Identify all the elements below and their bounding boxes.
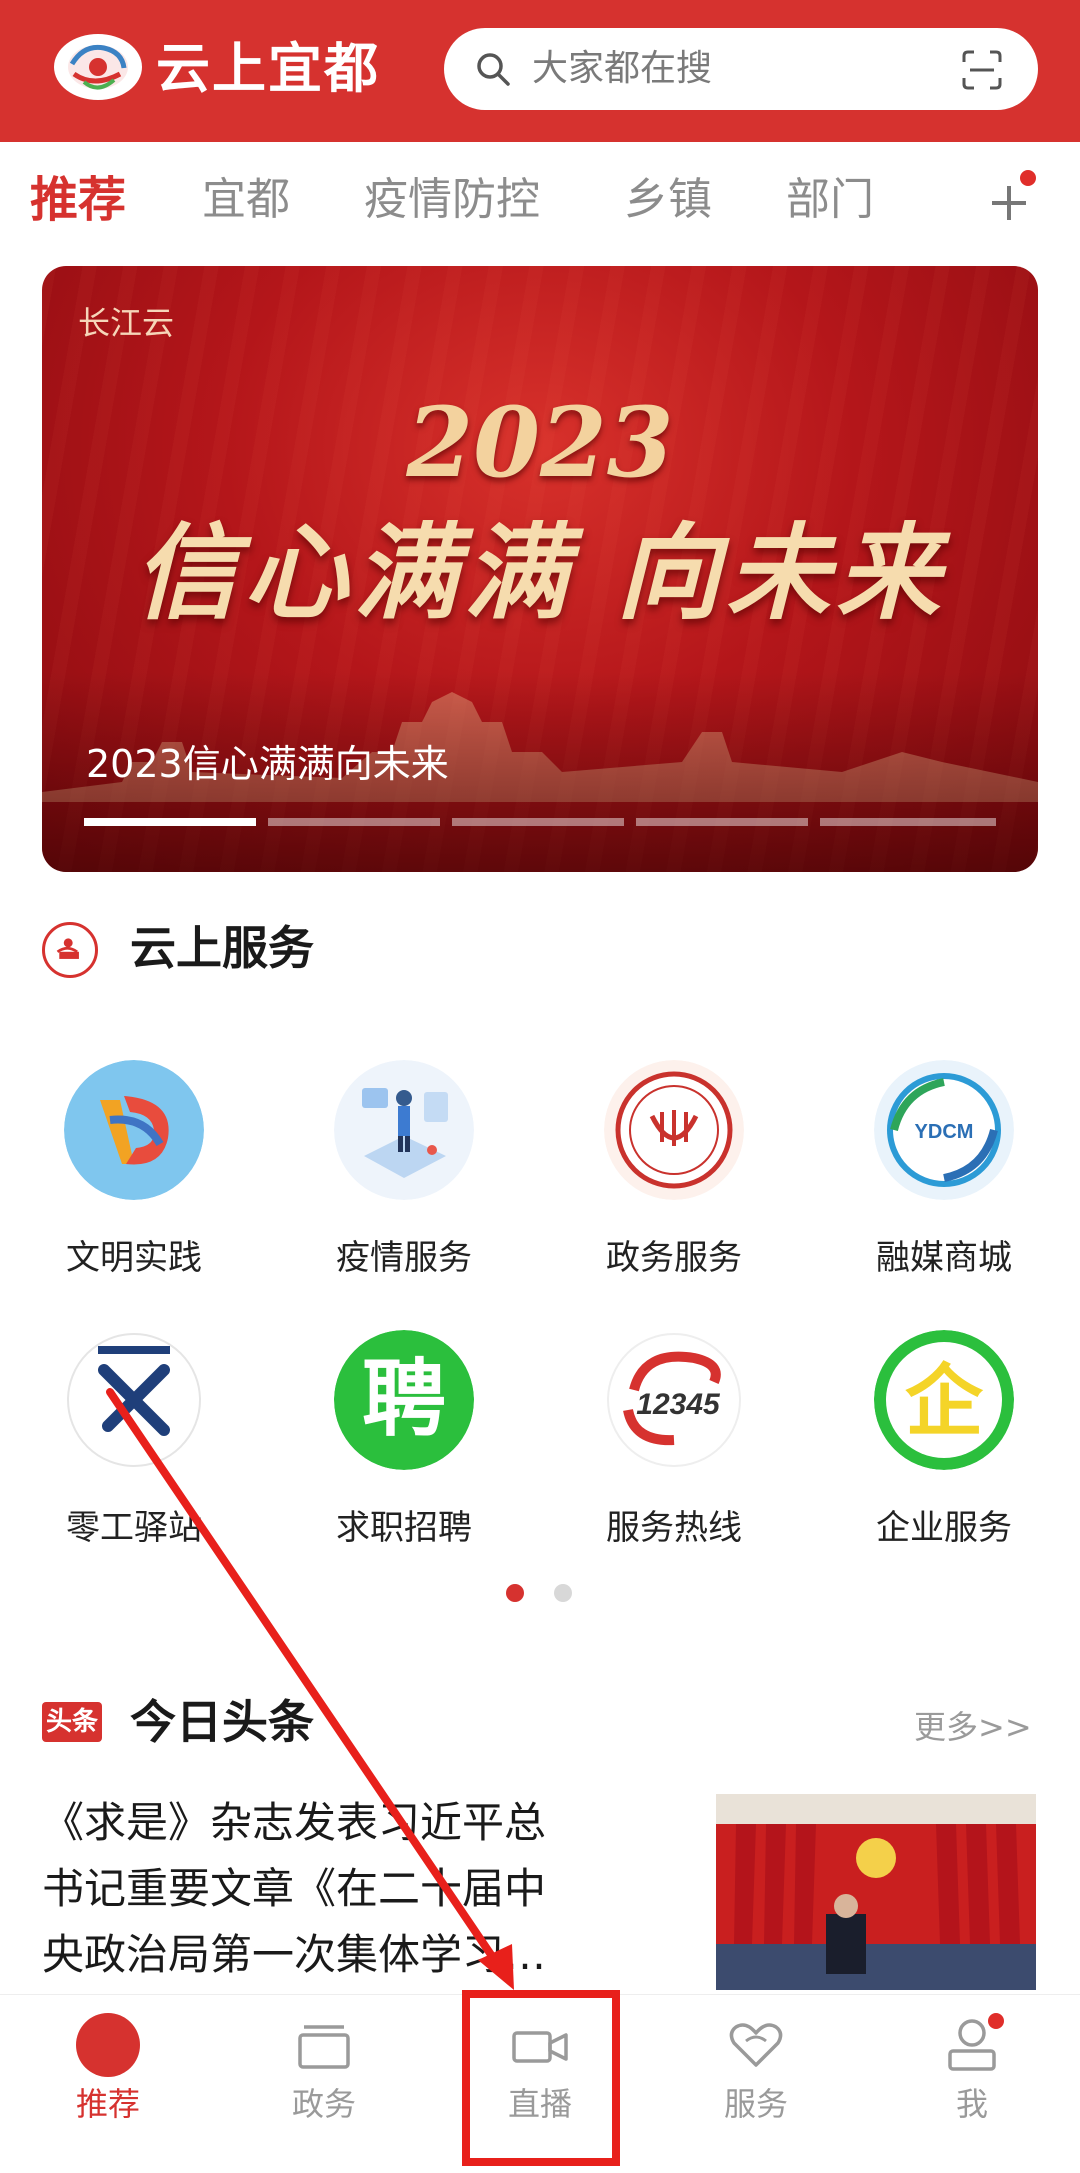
app-logo [54,34,142,100]
headlines-title: 今日头条 [130,1695,314,1749]
service-label: 融媒商城 [876,1238,1012,1278]
search-placeholder: 大家都在搜 [532,48,713,89]
service-label: 零工驿站 [66,1508,202,1548]
service-label: 服务热线 [606,1508,742,1548]
banner-carousel[interactable]: 长江云 2023 信心满满 向未来 2023信心满满向未来 [42,266,1038,872]
nav-service[interactable]: 服务 [648,1995,864,2173]
banner-year: 2023 [406,386,674,499]
nav-label: 政务 [291,2085,356,2123]
service-civilization-practice[interactable]: 文明实践 [34,1060,234,1300]
government-service-icon [604,1060,744,1200]
headline-badge: 头条 [42,1702,102,1742]
nav-recommend[interactable]: 推荐 [0,1995,216,2173]
service-enterprise[interactable]: 企 企业服务 [844,1330,1044,1570]
tab-epidemic-control[interactable]: 疫情防控 [364,172,540,228]
service-media-mall[interactable]: YDCM 融媒商城 [844,1060,1044,1300]
nav-label: 服务 [723,2085,788,2123]
new-indicator-dot [1020,170,1036,186]
services-page-dot[interactable] [554,1584,572,1602]
banner-indicator[interactable] [84,818,256,826]
enterprise-service-icon: 企 [874,1330,1014,1470]
hotline-12345-icon: 12345 [604,1330,744,1470]
tab-departments[interactable]: 部门 [786,172,874,228]
service-label: 求职招聘 [336,1508,472,1548]
news-headline-line: 书记重要文章《在二十届中 [42,1864,547,1913]
news-headline[interactable]: 《求是》杂志发表习近平总 书记重要文章《在二十届中 央政治局第一次集体学习… [42,1790,642,1988]
recruitment-icon: 聘 [334,1330,474,1470]
services-page-dot-active[interactable] [506,1584,524,1602]
notification-dot [988,2013,1004,2029]
banner-indicators [84,818,996,826]
search-icon [477,53,510,86]
service-hotline[interactable]: 12345 服务热线 [574,1330,774,1570]
annotation-highlight-box [462,1990,620,2166]
service-label: 文明实践 [66,1238,202,1278]
hotline-number: 12345 [636,1388,721,1421]
banner-indicator[interactable] [268,818,440,826]
civilization-practice-icon [64,1060,204,1200]
services-section-title: 云上服务 [130,921,314,975]
banner-indicator[interactable] [636,818,808,826]
service-label: 疫情服务 [336,1238,472,1278]
service-government[interactable]: 政务服务 [574,1060,774,1300]
tab-townships[interactable]: 乡镇 [624,172,712,228]
service-label: 企业服务 [876,1508,1012,1548]
service-recruitment[interactable]: 聘 求职招聘 [304,1330,504,1570]
banner-slogan: 信心满满 向未来 [133,511,947,634]
recruit-char: 聘 [362,1350,446,1448]
nav-me[interactable]: 我 [864,1995,1080,2173]
media-mall-icon: YDCM [874,1060,1014,1200]
nav-label: 我 [955,2085,988,2123]
add-tab-button[interactable] [984,170,1036,228]
search-bar[interactable]: 大家都在搜 [444,28,1038,110]
news-headline-line: 《求是》杂志发表习近平总 [42,1798,547,1847]
category-tabs: 推荐 宜都 疫情防控 乡镇 部门 [0,142,1080,262]
nav-government[interactable]: 政务 [216,1995,432,2173]
service-label: 政务服务 [606,1238,742,1278]
banner-caption: 2023信心满满向未来 [86,742,449,786]
tab-yidu[interactable]: 宜都 [202,172,290,228]
app-header: 云上宜都 大家都在搜 [0,0,1080,142]
gig-station-icon [64,1330,204,1470]
news-headline-line: 央政治局第一次集体学习… [42,1930,547,1979]
heart-service-icon [729,2023,783,2067]
tab-recommend[interactable]: 推荐 [30,172,126,228]
nav-label: 推荐 [75,2085,140,2123]
services-section-icon [42,922,98,978]
app-title: 云上宜都 [156,37,380,100]
scan-icon[interactable] [960,48,1004,92]
epidemic-service-icon [334,1060,474,1200]
news-thumbnail[interactable] [716,1794,1036,1990]
service-epidemic[interactable]: 疫情服务 [304,1060,504,1300]
enterprise-char: 企 [905,1357,984,1447]
banner-indicator[interactable] [820,818,996,826]
banner-indicator[interactable] [452,818,624,826]
more-link[interactable]: 更多>> [914,1702,1032,1748]
recommend-icon [76,2013,140,2077]
banner-brand-logo: 长江云 [78,304,175,342]
government-icon [298,2025,350,2069]
media-logo-text: YDCM [915,1121,974,1143]
service-gig-station[interactable]: 零工驿站 [34,1330,234,1570]
